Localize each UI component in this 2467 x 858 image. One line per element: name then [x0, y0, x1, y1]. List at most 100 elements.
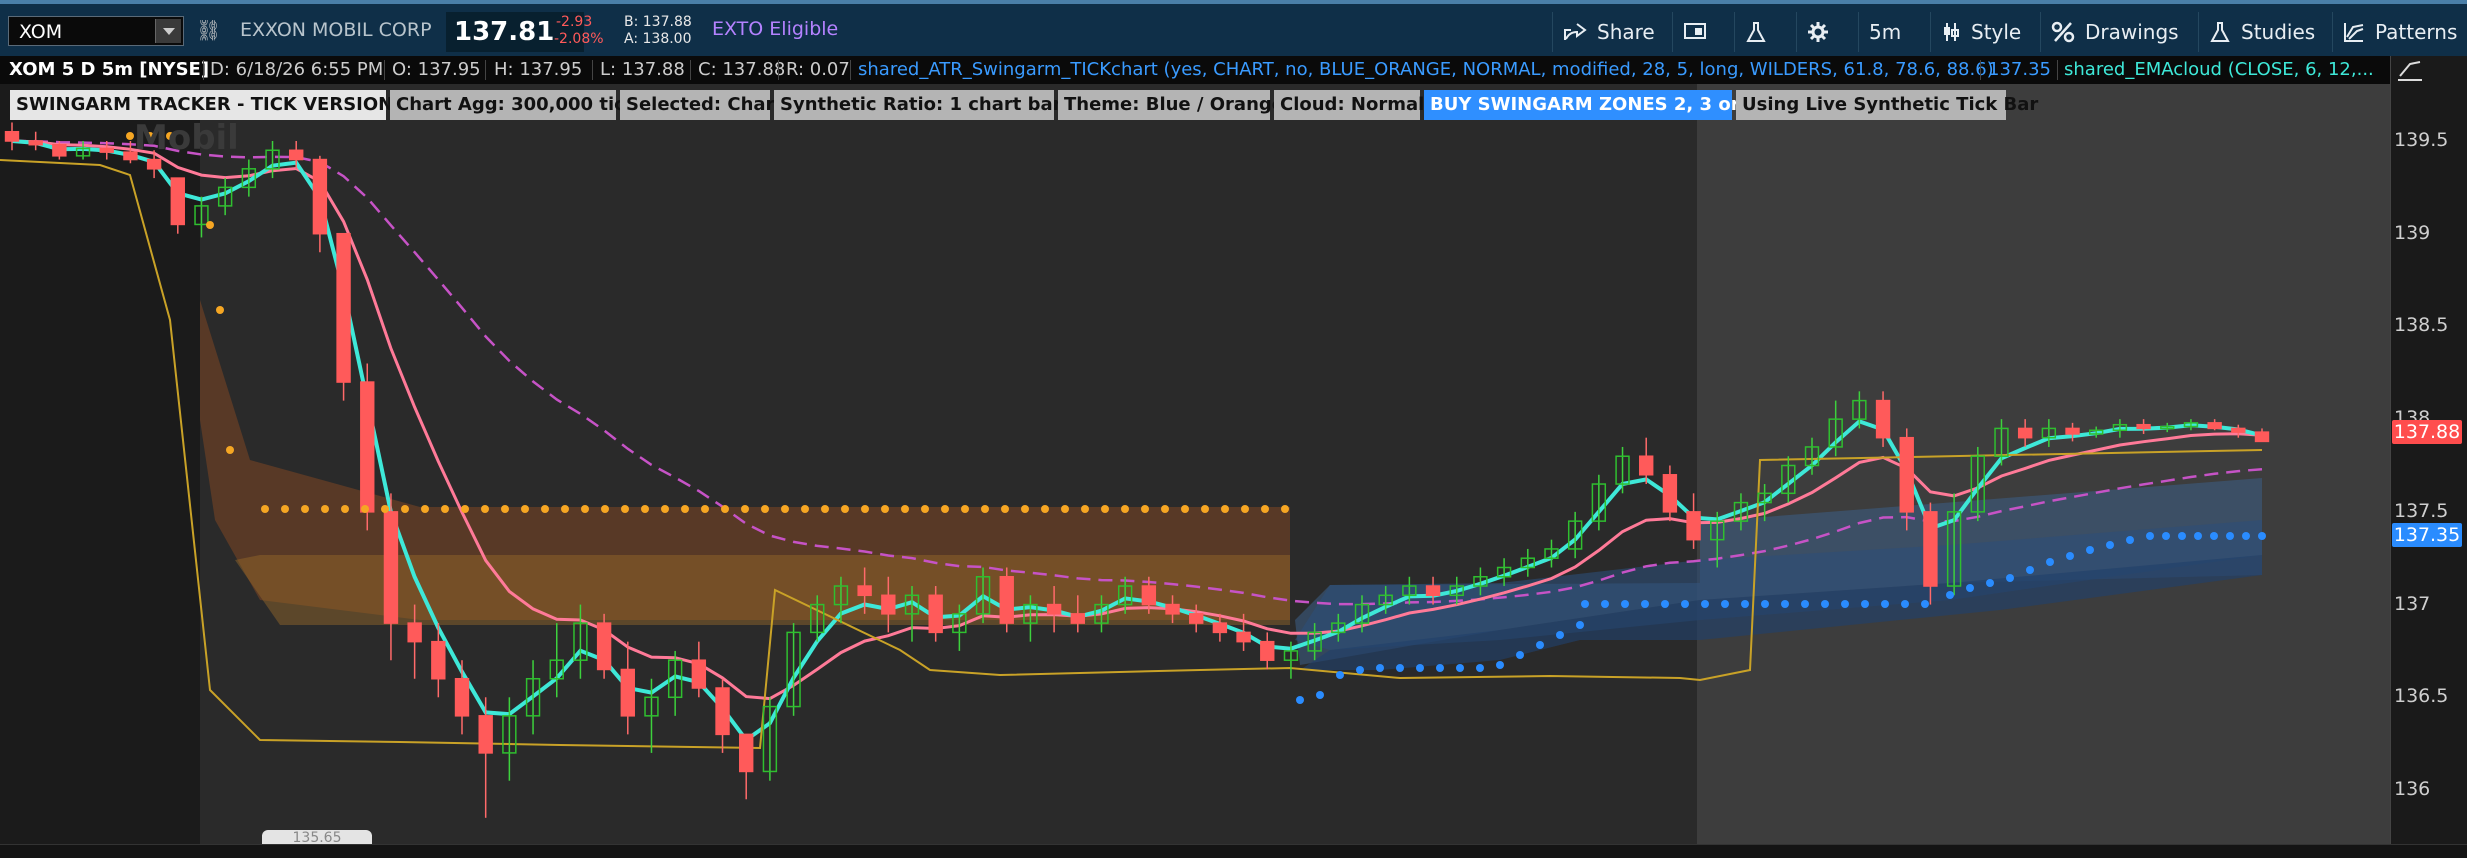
price-tick-label: 139: [2394, 221, 2431, 244]
swingarm-dot: [1376, 664, 1384, 672]
price-change: -2.93: [556, 14, 593, 30]
swingarm-dot: [581, 505, 589, 513]
swingarm-dot: [1661, 600, 1669, 608]
study-label-3: Synthetic Ratio: 1 chart bars: [774, 90, 1072, 120]
swingarm-dot: [561, 505, 569, 513]
swingarm-dot: [1416, 664, 1424, 672]
style-button[interactable]: Style: [1930, 12, 2030, 52]
percent-icon: [2051, 21, 2075, 43]
symbol-selector[interactable]: XOM: [8, 16, 184, 46]
price-chart[interactable]: [0, 84, 2390, 844]
swingarm-dot: [1821, 600, 1829, 608]
candle-body: [1662, 474, 1678, 513]
patterns-label: Patterns: [2375, 20, 2458, 44]
chevron-down-icon[interactable]: [155, 19, 181, 43]
timeframe-button[interactable]: 5m: [1858, 12, 1920, 52]
swingarm-dot: [841, 505, 849, 513]
candle-body: [336, 232, 351, 383]
candle-body: [1212, 622, 1228, 634]
swingarm-dot: [681, 505, 689, 513]
divider: [485, 60, 486, 80]
candle-body: [691, 659, 707, 689]
swingarm-dot: [2194, 532, 2202, 540]
swingarm-dot: [1621, 600, 1629, 608]
swingarm-dot: [1001, 505, 1009, 513]
swingarm-dot: [2178, 532, 2186, 540]
study-emacloud-title[interactable]: shared_EMAcloud (CLOSE, 6, 12,...: [2064, 59, 2374, 80]
swingarm-dot: [721, 505, 729, 513]
swingarm-dot: [861, 505, 869, 513]
swingarm-dot: [301, 505, 309, 513]
divider: [850, 60, 851, 80]
swingarm-dot: [741, 505, 749, 513]
swingarm-dot: [1436, 664, 1444, 672]
divider: [690, 60, 691, 80]
logo-watermark: Mobil: [134, 118, 239, 158]
flexible-grid-button[interactable]: [1672, 12, 1724, 52]
study-swingarm-title[interactable]: shared_ATR_Swingarm_TICKchart (yes, CHAR…: [858, 59, 1994, 80]
candle-body: [2136, 423, 2151, 430]
share-button[interactable]: Share: [1552, 12, 1660, 52]
swingarm-dot: [2106, 541, 2114, 549]
candle-body: [1639, 455, 1654, 476]
swingarm-dot: [501, 505, 509, 513]
candle-body: [881, 594, 896, 615]
study-label-7: Using Live Synthetic Tick Bar: [1736, 90, 2038, 120]
candle-body: [2207, 422, 2222, 430]
swingarm-dot: [421, 505, 429, 513]
swingarm-dot: [821, 505, 829, 513]
price-axis[interactable]: [2390, 56, 2467, 844]
swingarm-dot: [541, 505, 549, 513]
candle-body: [1165, 603, 1180, 615]
symbol-input[interactable]: XOM: [19, 21, 62, 43]
top-toolbar: XOM ⛓ EXXON MOBIL CORP 137.81 -2.93 -2.0…: [0, 0, 2467, 56]
studies-flask-icon: [2210, 22, 2230, 42]
candle-body: [478, 715, 493, 754]
bar-low: L: 137.88: [600, 59, 685, 80]
swingarm-dot: [1601, 600, 1609, 608]
patterns-button[interactable]: Patterns: [2332, 12, 2467, 52]
candle-body: [4, 130, 20, 142]
drawing-tools-icon[interactable]: [2396, 58, 2424, 82]
price-tick-label: 137.5: [2394, 499, 2449, 522]
swingarm-dot: [1281, 505, 1289, 513]
candle-body: [2254, 431, 2270, 443]
swingarm-dot: [461, 505, 469, 513]
bar-date: D: 6/18/26 6:55 PM: [210, 59, 384, 80]
price-tick-label: 138.5: [2394, 314, 2449, 337]
exto-eligible-link[interactable]: EXTO Eligible: [712, 18, 838, 40]
candle-body: [2017, 427, 2033, 439]
price-tick-label: 139.5: [2394, 129, 2449, 151]
study-label-0: SWINGARM TRACKER - TICK VERSION :: [10, 90, 407, 120]
swingarm-dot: [1901, 600, 1909, 608]
lab-button[interactable]: [1734, 12, 1786, 52]
candle-body: [146, 158, 162, 170]
bid-price: B: 137.88: [624, 14, 692, 30]
layout-icon: [1684, 23, 1706, 39]
study-label-4: Theme: Blue / Orange: [1058, 90, 1284, 120]
swingarm-dot: [2126, 536, 2134, 544]
drawings-label: Drawings: [2085, 20, 2179, 44]
swingarm-dot: [1021, 505, 1029, 513]
premarket-shading: [0, 84, 200, 844]
swingarm-dot: [2162, 532, 2170, 540]
studies-label: Studies: [2241, 20, 2316, 44]
swingarm-dot: [1261, 505, 1269, 513]
candle-body: [431, 640, 446, 680]
settings-button[interactable]: [1796, 12, 1848, 52]
divider: [592, 60, 593, 80]
link-icon[interactable]: ⛓: [196, 18, 221, 44]
horizontal-scrollbar[interactable]: [0, 844, 2467, 858]
candle-body: [1141, 585, 1157, 606]
divider: [2057, 60, 2058, 80]
candle-body: [289, 149, 304, 161]
price-tick-label: 136.5: [2394, 685, 2449, 708]
candle-body: [1070, 613, 1085, 624]
drawings-button[interactable]: Drawings: [2040, 12, 2190, 52]
swingarm-dot: [1801, 600, 1809, 608]
studies-button[interactable]: Studies: [2198, 12, 2326, 52]
swingarm-dot: [1761, 600, 1769, 608]
candle-body: [52, 143, 67, 157]
afterhours-shading: [1697, 84, 2390, 844]
swingarm-dot: [2242, 532, 2250, 540]
